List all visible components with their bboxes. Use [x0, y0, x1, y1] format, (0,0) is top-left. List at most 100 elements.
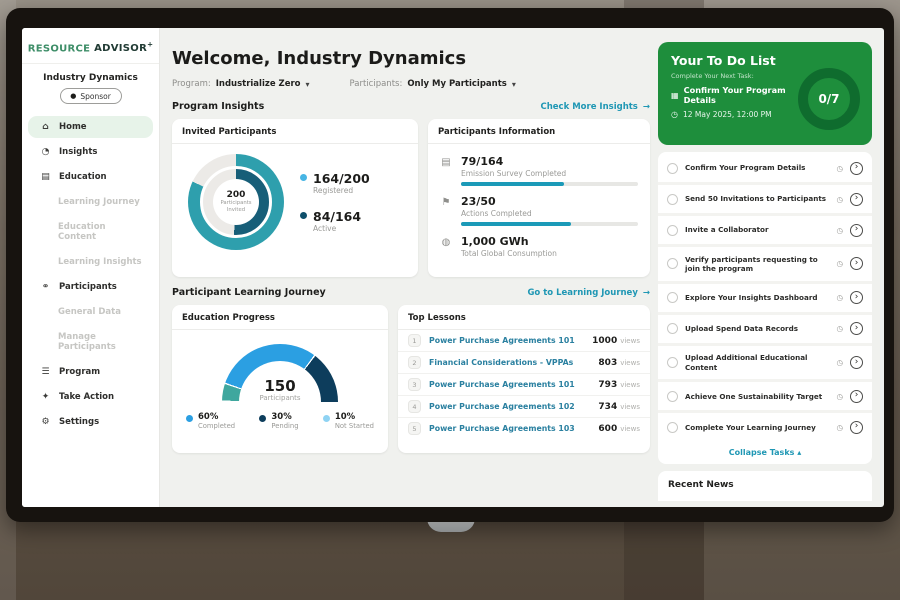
- sidebar-item-education[interactable]: ▤ Education: [28, 166, 153, 188]
- task-chevron-button[interactable]: ›: [850, 193, 863, 206]
- task-chevron-button[interactable]: ›: [850, 291, 863, 304]
- todo-item-8[interactable]: Achieve One Sustainability Target ◷ ›: [658, 382, 872, 413]
- center-column: Welcome, Industry Dynamics Program: Indu…: [172, 42, 650, 507]
- check-more-insights-link[interactable]: Check More Insights →: [541, 102, 651, 112]
- task-time-icon: ◷: [836, 226, 843, 235]
- actions-completed-bar: [461, 222, 638, 226]
- lesson-title-link[interactable]: Financial Considerations - VPPAs: [429, 358, 598, 367]
- sidebar-item-general-data[interactable]: General Data: [28, 301, 153, 323]
- lesson-row-4[interactable]: 4 Power Purchase Agreements 102 734 view…: [398, 396, 650, 418]
- todo-item-4[interactable]: Verify participants requesting to join t…: [658, 247, 872, 284]
- task-chevron-button[interactable]: ›: [850, 257, 863, 270]
- card-title: Top Lessons: [398, 305, 650, 330]
- lesson-row-2[interactable]: 2 Financial Considerations - VPPAs 803 v…: [398, 352, 650, 374]
- sidebar-item-label: Learning Insights: [58, 257, 142, 267]
- consumption-icon: ◍: [440, 237, 452, 262]
- task-checkbox[interactable]: [667, 163, 678, 174]
- lesson-row-3[interactable]: 3 Power Purchase Agreements 101 793 view…: [398, 374, 650, 396]
- todo-item-9[interactable]: Complete Your Learning Journey ◷ ›: [658, 413, 872, 441]
- pending-label: Pending: [271, 422, 298, 430]
- lesson-row-1[interactable]: 1 Power Purchase Agreements 101 1000 vie…: [398, 330, 650, 352]
- lesson-title-link[interactable]: Power Purchase Agreements 101: [429, 336, 592, 345]
- invited-donut-outer: 200 Participants Invited: [188, 154, 284, 250]
- task-checkbox[interactable]: [667, 258, 678, 269]
- sidebar-item-participants[interactable]: ⚭ Participants: [28, 276, 153, 298]
- task-chevron-button[interactable]: ›: [850, 421, 863, 434]
- task-checkbox[interactable]: [667, 194, 678, 205]
- task-label: Verify participants requesting to join t…: [685, 255, 829, 274]
- sidebar-item-learning-journey[interactable]: Learning Journey: [28, 191, 153, 213]
- todo-hero-card: Your To Do List Complete Your Next Task:…: [658, 42, 872, 145]
- sidebar-item-education-content[interactable]: Education Content: [28, 216, 153, 248]
- completed-dot: [186, 415, 193, 422]
- task-checkbox[interactable]: [667, 391, 678, 402]
- sidebar-item-manage-participants[interactable]: Manage Participants: [28, 326, 153, 358]
- chevron-down-icon: ▾: [306, 80, 310, 89]
- learning-cards-row: Education Progress 150 Participants: [172, 305, 650, 453]
- sidebar-item-home[interactable]: ⌂ Home: [28, 116, 153, 138]
- chevron-right-icon: ›: [855, 293, 859, 302]
- completed-label: Completed: [198, 422, 235, 430]
- sidebar-item-label: Settings: [59, 417, 99, 427]
- page-title: Welcome, Industry Dynamics: [172, 48, 650, 69]
- sidebar-item-learning-insights[interactable]: Learning Insights: [28, 251, 153, 273]
- section-title: Participant Learning Journey: [172, 287, 326, 298]
- todo-item-7[interactable]: Upload Additional Educational Content ◷ …: [658, 346, 872, 383]
- go-to-learning-journey-link[interactable]: Go to Learning Journey →: [527, 288, 650, 298]
- sponsor-badge[interactable]: ● Sponsor: [60, 88, 122, 104]
- lesson-title-link[interactable]: Power Purchase Agreements 102: [429, 402, 598, 411]
- todo-next-task-time: ◷ 12 May 2025, 12:00 PM: [671, 110, 798, 119]
- task-checkbox[interactable]: [667, 323, 678, 334]
- views-suffix: views: [620, 381, 640, 389]
- participants-information-body: ▤ 79/164 Emission Survey Completed ⚑: [428, 144, 650, 266]
- todo-item-2[interactable]: Send 50 Invitations to Participants ◷ ›: [658, 185, 872, 216]
- consumption-value: 1,000 GWh: [461, 235, 638, 248]
- actions-completed-value: 23/50: [461, 195, 638, 208]
- sidebar-item-label: Education: [59, 172, 107, 182]
- task-checkbox[interactable]: [667, 225, 678, 236]
- todo-item-5[interactable]: Explore Your Insights Dashboard ◷ ›: [658, 284, 872, 315]
- task-checkbox[interactable]: [667, 292, 678, 303]
- task-checkbox[interactable]: [667, 422, 678, 433]
- todo-item-3[interactable]: Invite a Collaborator ◷ ›: [658, 216, 872, 247]
- participants-filter-label: Participants:: [350, 79, 403, 89]
- task-chevron-button[interactable]: ›: [850, 224, 863, 237]
- task-chevron-button[interactable]: ›: [850, 162, 863, 175]
- todo-item-6[interactable]: Upload Spend Data Records ◷ ›: [658, 315, 872, 346]
- views-suffix: views: [620, 337, 640, 345]
- task-checkbox[interactable]: [667, 357, 678, 368]
- sidebar-item-insights[interactable]: ◔ Insights: [28, 141, 153, 163]
- task-chevron-button[interactable]: ›: [850, 322, 863, 335]
- lesson-title-link[interactable]: Power Purchase Agreements 101: [429, 380, 598, 389]
- sponsor-icon: ●: [70, 93, 76, 100]
- monitor-bezel: RESOURCE ADVISOR+ Industry Dynamics ● Sp…: [6, 8, 894, 522]
- collapse-tasks-link[interactable]: Collapse Tasks ▴: [658, 441, 872, 464]
- sidebar-item-take-action[interactable]: ✦ Take Action: [28, 386, 153, 408]
- sidebar-item-settings[interactable]: ⚙ Settings: [28, 411, 153, 433]
- task-time-icon: ◷: [836, 293, 843, 302]
- invited-count-label: Participants Invited: [219, 200, 253, 214]
- lesson-title-link[interactable]: Power Purchase Agreements 103: [429, 424, 598, 433]
- insights-icon: ◔: [40, 147, 51, 157]
- sidebar-item-program[interactable]: ☰ Program: [28, 361, 153, 383]
- participants-filter-value: Only My Participants: [407, 79, 507, 89]
- views-suffix: views: [620, 359, 640, 367]
- sidebar-item-label: Participants: [59, 282, 117, 292]
- task-chevron-button[interactable]: ›: [850, 390, 863, 403]
- todo-item-1[interactable]: Confirm Your Program Details ◷ ›: [658, 154, 872, 185]
- registered-value: 164/200: [313, 171, 370, 186]
- participants-information-card: Participants Information ▤ 79/164 Emissi…: [428, 119, 650, 277]
- lesson-row-5[interactable]: 5 Power Purchase Agreements 103 600 view…: [398, 418, 650, 439]
- lesson-views: 803: [598, 358, 617, 368]
- invited-count: 200: [227, 190, 246, 200]
- sidebar-item-label: Education Content: [58, 222, 145, 242]
- program-dropdown[interactable]: Program: Industrialize Zero ▾: [172, 79, 310, 89]
- emission-survey-bar: [461, 182, 638, 186]
- chevron-right-icon: ›: [855, 422, 859, 431]
- participants-dropdown[interactable]: Participants: Only My Participants ▾: [350, 79, 516, 89]
- actions-completed-row: ⚑ 23/50 Actions Completed: [440, 190, 638, 230]
- lesson-rank: 1: [408, 334, 421, 347]
- legend-active: 84/164 Active: [300, 209, 370, 233]
- task-chevron-button[interactable]: ›: [850, 356, 863, 369]
- sidebar-item-label: Take Action: [59, 392, 114, 402]
